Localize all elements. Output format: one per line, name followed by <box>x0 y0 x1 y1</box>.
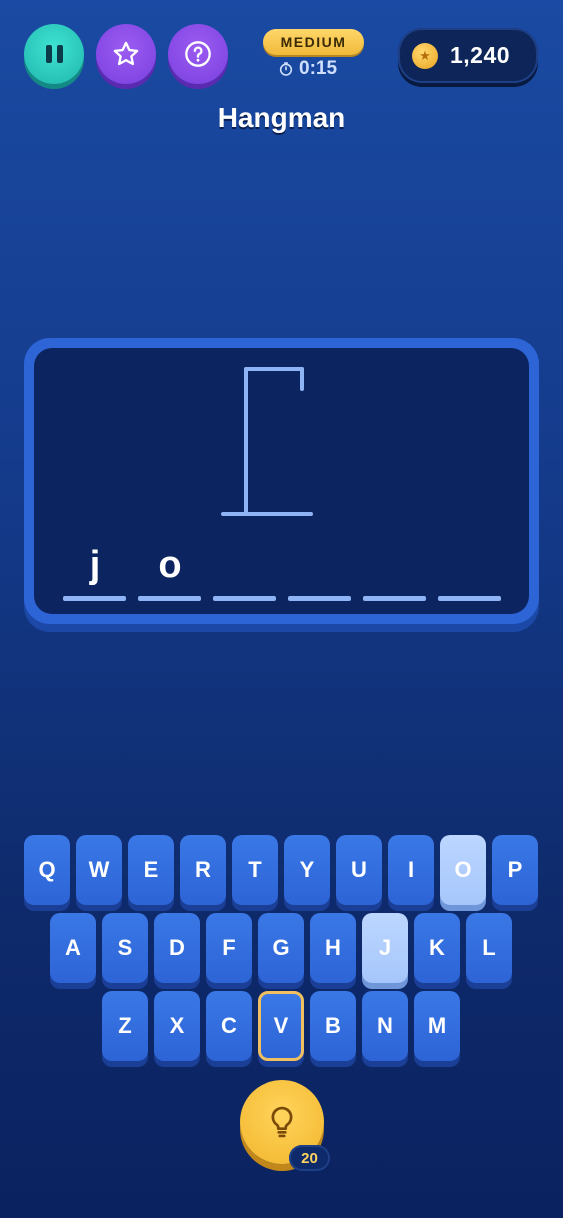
key-j[interactable]: J <box>362 913 408 983</box>
question-icon <box>185 41 211 67</box>
key-u[interactable]: U <box>336 835 382 905</box>
key-p[interactable]: P <box>492 835 538 905</box>
hint-count-badge: 20 <box>289 1145 330 1171</box>
key-n[interactable]: N <box>362 991 408 1061</box>
word-slot-blank <box>363 596 426 601</box>
timer: 0:15 <box>278 58 337 80</box>
pause-button[interactable] <box>24 24 84 84</box>
word-slot-blank <box>63 596 126 601</box>
star-icon <box>113 41 139 66</box>
key-l[interactable]: L <box>466 913 512 983</box>
key-z[interactable]: Z <box>102 991 148 1061</box>
word-slot-letter: j <box>89 544 101 586</box>
key-y[interactable]: Y <box>284 835 330 905</box>
key-b[interactable]: B <box>310 991 356 1061</box>
key-q[interactable]: Q <box>24 835 70 905</box>
key-o[interactable]: O <box>440 835 486 905</box>
key-g[interactable]: G <box>258 913 304 983</box>
coin-balance: ★ 1,240 <box>398 28 538 83</box>
page-title: Hangman <box>217 102 346 133</box>
key-c[interactable]: C <box>206 991 252 1061</box>
help-button[interactable] <box>168 24 228 84</box>
word-slot-blank <box>213 596 276 601</box>
key-k[interactable]: K <box>414 913 460 983</box>
pause-icon <box>45 45 63 63</box>
key-s[interactable]: S <box>102 913 148 983</box>
timer-value: 0:15 <box>299 58 338 79</box>
key-v[interactable]: V <box>258 991 304 1061</box>
word-slot-blank <box>288 596 351 601</box>
stopwatch-icon <box>279 62 293 76</box>
key-r[interactable]: R <box>180 835 226 905</box>
coin-value: 1,240 <box>450 42 511 68</box>
key-a[interactable]: A <box>50 913 96 983</box>
key-t[interactable]: T <box>232 835 278 905</box>
lightbulb-icon <box>271 1106 293 1138</box>
key-e[interactable]: E <box>128 835 174 905</box>
hangman-board: jo <box>24 338 539 624</box>
word-slot-blank <box>438 596 501 601</box>
word-slot-blank <box>138 596 201 601</box>
key-m[interactable]: M <box>414 991 460 1061</box>
word-slot-letter: o <box>158 544 182 586</box>
star-button[interactable] <box>96 24 156 84</box>
difficulty-badge: MEDIUM <box>263 29 364 55</box>
key-h[interactable]: H <box>310 913 356 983</box>
board-inner: jo <box>34 348 529 614</box>
key-x[interactable]: X <box>154 991 200 1061</box>
key-w[interactable]: W <box>76 835 122 905</box>
coin-icon: ★ <box>412 42 438 69</box>
key-d[interactable]: D <box>154 913 200 983</box>
key-i[interactable]: I <box>388 835 434 905</box>
key-f[interactable]: F <box>206 913 252 983</box>
